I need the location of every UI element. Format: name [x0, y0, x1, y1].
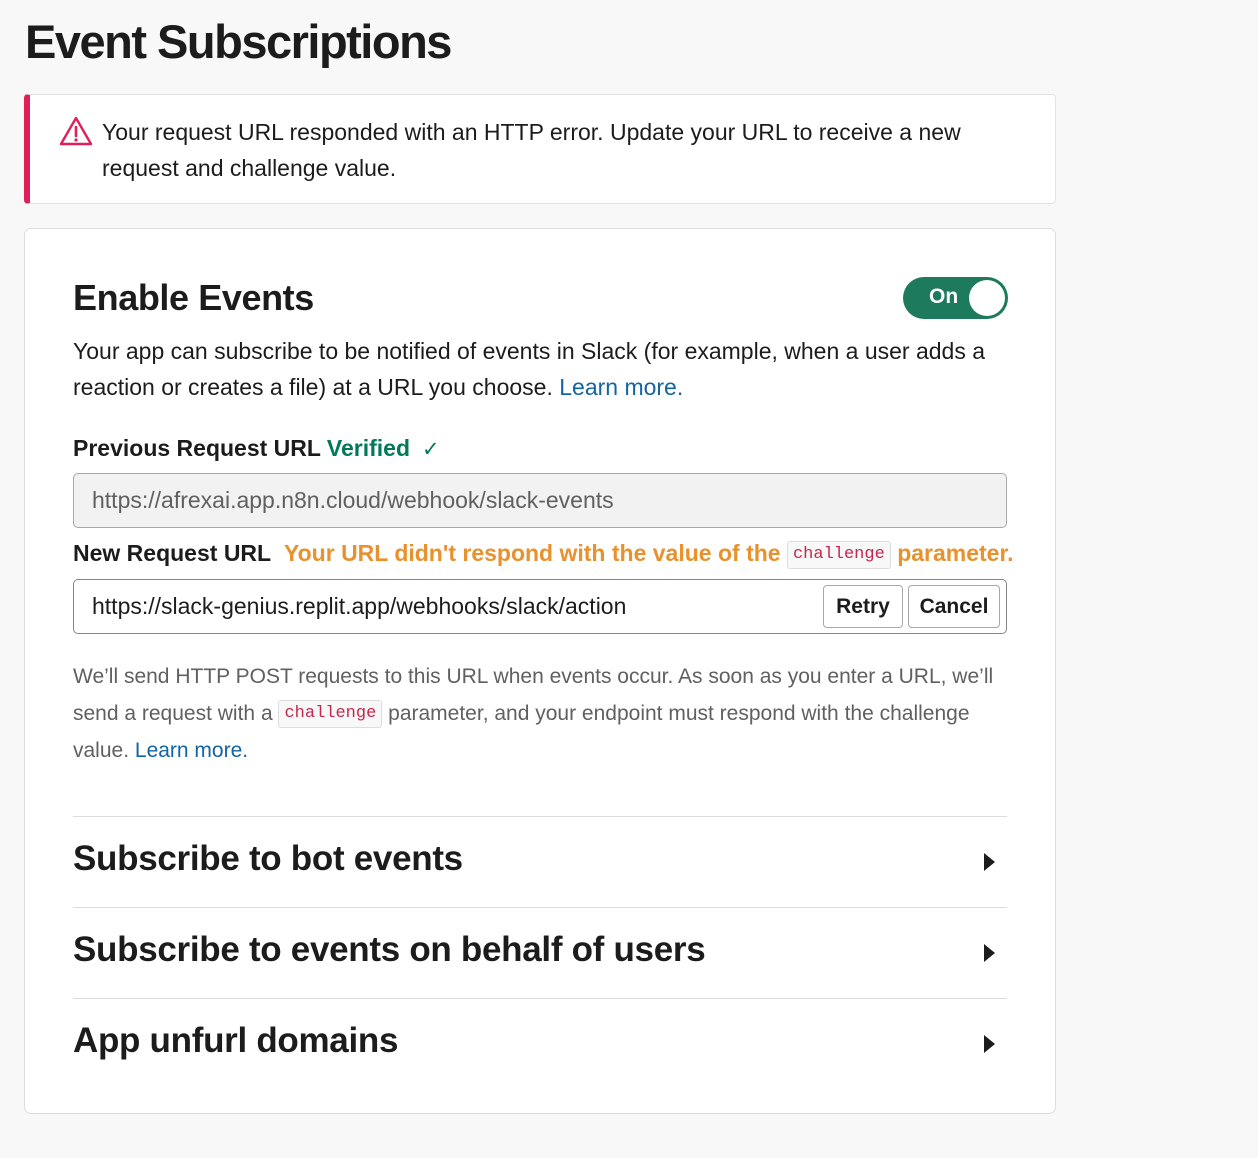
warning-triangle-icon: [59, 116, 93, 146]
new-url-value[interactable]: https://slack-genius.replit.app/webhooks…: [92, 580, 626, 633]
section-title: Subscribe to events on behalf of users: [73, 930, 706, 969]
retry-button[interactable]: Retry: [823, 585, 903, 628]
section-title: App unfurl domains: [73, 1021, 399, 1060]
challenge-code: challenge: [786, 540, 891, 569]
enable-events-description: Your app can subscribe to be notified of…: [73, 333, 1013, 405]
new-url-label: New Request URL: [73, 540, 272, 566]
description-text: Your app can subscribe to be notified of…: [73, 338, 986, 400]
previous-url-field: https://afrexai.app.n8n.cloud/webhook/sl…: [73, 473, 1007, 528]
page-title: Event Subscriptions: [25, 15, 452, 68]
checkmark-icon: ✓: [422, 438, 440, 461]
caret-right-icon[interactable]: [984, 944, 995, 962]
alert-message: Your request URL responded with an HTTP …: [102, 119, 961, 181]
section-title: Subscribe to bot events: [73, 839, 463, 878]
toggle-label: On: [929, 285, 959, 308]
error-alert: Your request URL responded with an HTTP …: [24, 94, 1056, 204]
section-bot-events[interactable]: Subscribe to bot events: [73, 817, 1007, 907]
cancel-button[interactable]: Cancel: [908, 585, 1000, 628]
previous-url-label-text: Previous Request URL: [73, 435, 321, 461]
help-learn-more-link[interactable]: Learn more.: [135, 739, 248, 762]
verified-status: Verified: [326, 435, 411, 461]
challenge-code: challenge: [278, 700, 383, 729]
learn-more-link[interactable]: Learn more.: [559, 374, 683, 400]
section-unfurl-domains[interactable]: App unfurl domains: [73, 999, 1007, 1089]
previous-url-label: Previous Request URL Verified ✓: [73, 435, 440, 462]
help-text: We’ll send HTTP POST requests to this UR…: [73, 658, 1013, 769]
warning-suffix: parameter.: [897, 540, 1014, 566]
toggle-knob: [969, 280, 1005, 316]
url-warning: Your URL didn't respond with the value o…: [284, 540, 1014, 569]
warning-prefix: Your URL didn't respond with the value o…: [284, 540, 781, 566]
new-url-field[interactable]: https://slack-genius.replit.app/webhooks…: [73, 579, 1007, 634]
caret-right-icon[interactable]: [984, 853, 995, 871]
event-subscriptions-page: Event Subscriptions Your request URL res…: [0, 0, 1258, 1158]
enable-events-title: Enable Events: [73, 277, 314, 318]
caret-right-icon[interactable]: [984, 1035, 995, 1053]
enable-events-card: Enable Events On Your app can subscribe …: [24, 228, 1056, 1114]
section-user-events[interactable]: Subscribe to events on behalf of users: [73, 908, 1007, 998]
enable-events-toggle[interactable]: On: [903, 277, 1008, 319]
